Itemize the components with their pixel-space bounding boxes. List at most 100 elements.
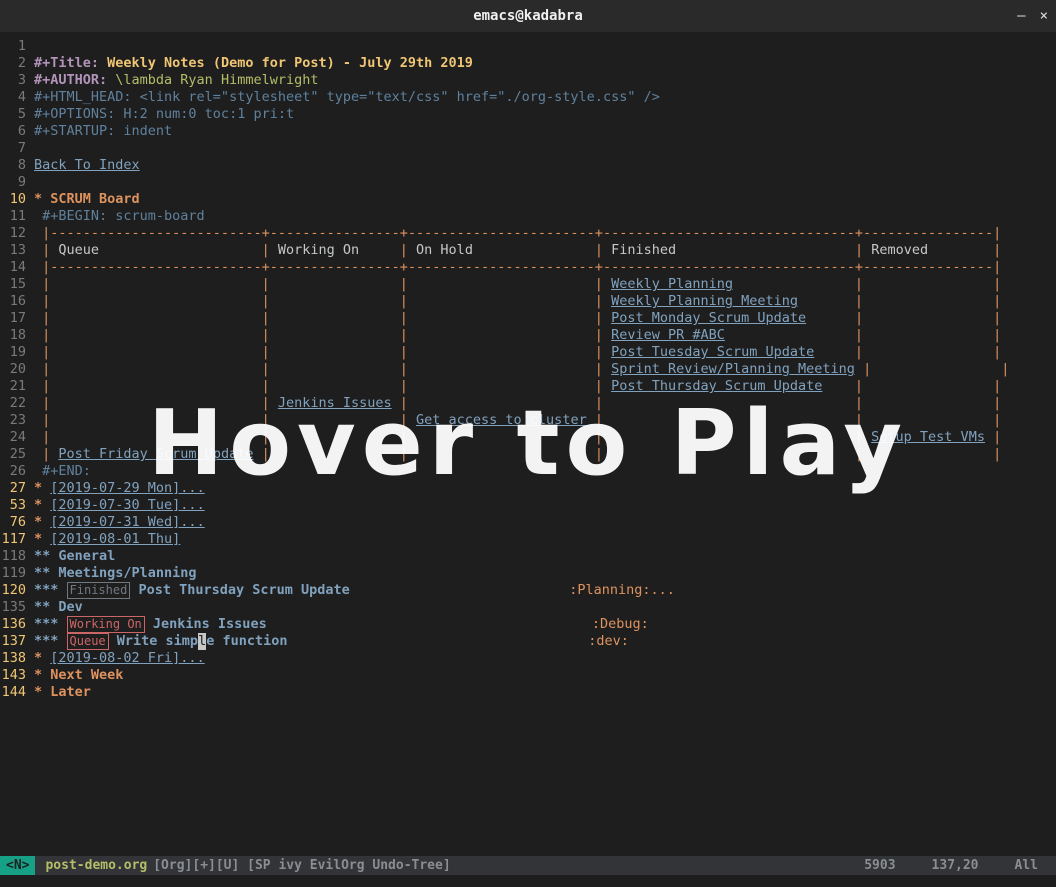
line-number: 118 [0,548,26,565]
code-line[interactable]: | | | | Post Thursday Scrum Update | | [34,378,1009,395]
line-number: 25 [0,446,26,463]
code-line[interactable]: #+HTML_HEAD: <link rel="stylesheet" type… [34,89,1009,106]
org-link[interactable]: Post Tuesday Scrum Update [611,344,814,361]
org-link[interactable]: Review PR #ABC [611,327,725,344]
code-line[interactable]: | | | | Post Tuesday Scrum Update | | [34,344,1009,361]
code-line[interactable]: #+OPTIONS: H:2 num:0 toc:1 pri:t [34,106,1009,123]
line-number: 144 [0,684,26,701]
modeline: <N> post-demo.org [Org][+][U] [SP ivy Ev… [0,856,1056,875]
code-line[interactable]: *** Queue Write simple function :dev: [34,633,1009,650]
org-link[interactable]: Jenkins Issues [278,395,392,412]
code-line[interactable]: | | | | Post Monday Scrum Update | | [34,310,1009,327]
line-number: 10 [0,191,26,208]
cursor-position: 137,20 [914,858,997,873]
code-line[interactable]: | | | | | Setup Test VMs | [34,429,1009,446]
minimize-icon[interactable]: — [1017,8,1025,24]
line-number: 120 [0,582,26,599]
code-line[interactable] [34,38,1009,55]
org-link[interactable]: [2019-07-30 Tue]... [50,497,204,514]
org-link[interactable]: Post Monday Scrum Update [611,310,806,327]
code-line[interactable]: #+END: [34,463,1009,480]
window-titlebar: emacs@kadabra — × [0,0,1056,32]
code-line[interactable] [34,140,1009,157]
code-line[interactable]: *** Working On Jenkins Issues :Debug: [34,616,1009,633]
code-line[interactable]: * [2019-07-31 Wed]... [34,514,1009,531]
org-link[interactable]: Weekly Planning Meeting [611,293,798,310]
line-number: 12 [0,225,26,242]
code-line[interactable]: * [2019-07-30 Tue]... [34,497,1009,514]
line-number: 76 [0,514,26,531]
code-area[interactable]: #+Title: Weekly Notes (Demo for Post) - … [30,38,1009,701]
close-icon[interactable]: × [1040,8,1048,24]
line-number: 16 [0,293,26,310]
line-number: 1 [0,38,26,55]
line-number: 8 [0,157,26,174]
code-line[interactable]: ** General [34,548,1009,565]
code-line[interactable]: | | | | Review PR #ABC | | [34,327,1009,344]
org-link[interactable]: Get access to cluster [416,412,587,429]
scroll-percent: All [997,858,1056,873]
line-number: 27 [0,480,26,497]
buffer-filename: post-demo.org [35,858,147,873]
org-link[interactable]: [2019-08-02 Fri]... [50,650,204,667]
org-link[interactable]: Back To Index [34,157,140,174]
line-number: 137 [0,633,26,650]
line-number: 26 [0,463,26,480]
code-line[interactable]: | | Jenkins Issues | | | | [34,395,1009,412]
window-controls: — × [1017,0,1048,32]
org-link[interactable]: [2019-07-31 Wed]... [50,514,204,531]
org-link[interactable]: Post Thursday Scrum Update [611,378,822,395]
line-number: 19 [0,344,26,361]
line-number: 20 [0,361,26,378]
line-number: 3 [0,72,26,89]
line-number: 17 [0,310,26,327]
code-line[interactable]: | Queue | Working On | On Hold | Finishe… [34,242,1009,259]
code-line[interactable]: |--------------------------+------------… [34,259,1009,276]
line-number: 5 [0,106,26,123]
code-line[interactable]: #+AUTHOR: \lambda Ryan Himmelwright [34,72,1009,89]
line-number: 22 [0,395,26,412]
code-line[interactable]: * [2019-08-02 Fri]... [34,650,1009,667]
org-link[interactable]: [2019-07-29 Mon]... [50,480,204,497]
code-line[interactable]: #+BEGIN: scrum-board [34,208,1009,225]
line-number: 136 [0,616,26,633]
line-number: 9 [0,174,26,191]
code-line[interactable]: * [2019-07-29 Mon]... [34,480,1009,497]
line-number: 138 [0,650,26,667]
code-line[interactable] [34,174,1009,191]
line-number-gutter: 1234567891011121314151617181920212223242… [0,38,30,701]
code-line[interactable]: * Later [34,684,1009,701]
minor-modes: [Org][+][U] [SP ivy EvilOrg Undo-Tree] [147,858,450,873]
line-number: 15 [0,276,26,293]
org-link[interactable]: Setup Test VMs [871,429,985,446]
line-number: 18 [0,327,26,344]
code-line[interactable]: * SCRUM Board [34,191,1009,208]
line-number: 11 [0,208,26,225]
code-line[interactable]: | | | Get access to cluster | | | [34,412,1009,429]
code-line[interactable]: #+Title: Weekly Notes (Demo for Post) - … [34,55,1009,72]
line-number: 13 [0,242,26,259]
editor-area[interactable]: 1234567891011121314151617181920212223242… [0,32,1056,701]
code-line[interactable]: * [2019-08-01 Thu] [34,531,1009,548]
line-number: 143 [0,667,26,684]
line-number: 6 [0,123,26,140]
line-number: 21 [0,378,26,395]
org-link[interactable]: Weekly Planning [611,276,733,293]
code-line[interactable]: #+STARTUP: indent [34,123,1009,140]
code-line[interactable]: |--------------------------+------------… [34,225,1009,242]
org-link[interactable]: Sprint Review/Planning Meeting [611,361,855,378]
org-link[interactable]: [2019-08-01 Thu] [50,531,180,548]
code-line[interactable]: | | | | Sprint Review/Planning Meeting |… [34,361,1009,378]
code-line[interactable]: | | | | Weekly Planning Meeting | | [34,293,1009,310]
code-line[interactable]: *** Finished Post Thursday Scrum Update … [34,582,1009,599]
code-line[interactable]: ** Dev [34,599,1009,616]
line-number: 14 [0,259,26,276]
code-line[interactable]: | Post Friday Scrum Update | | | | | [34,446,1009,463]
code-line[interactable]: ** Meetings/Planning [34,565,1009,582]
evil-state: <N> [0,856,35,875]
code-line[interactable]: * Next Week [34,667,1009,684]
code-line[interactable]: Back To Index [34,157,1009,174]
code-line[interactable]: | | | | Weekly Planning | | [34,276,1009,293]
org-link[interactable]: Post Friday Scrum Update [58,446,253,463]
line-number: 53 [0,497,26,514]
